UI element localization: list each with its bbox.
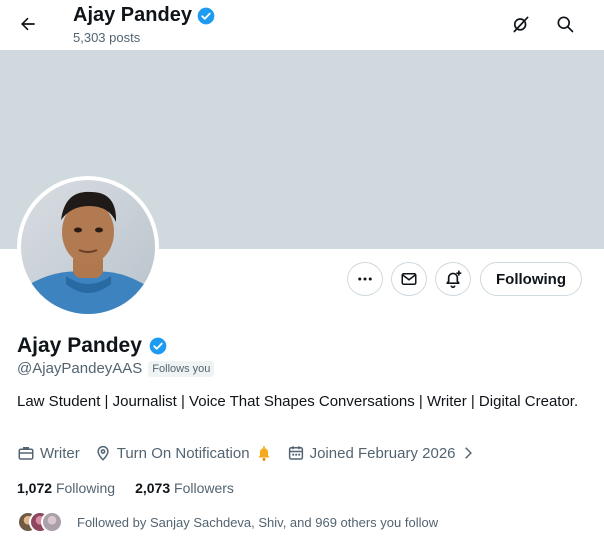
bell-plus-icon: [446, 270, 462, 289]
envelope-icon: [401, 273, 417, 285]
followed-by-text: Followed by Sanjay Sachdeva, Shiv, and 9…: [77, 514, 439, 530]
message-button[interactable]: [391, 262, 427, 296]
search-icon: [557, 16, 574, 33]
calendar-icon: [288, 446, 303, 460]
joined-item[interactable]: Joined February 2026: [287, 444, 475, 462]
verified-badge-icon[interactable]: [148, 336, 168, 356]
avatar: [41, 511, 63, 533]
grok-icon: [513, 16, 529, 33]
search-button[interactable]: [549, 8, 581, 40]
chevron-right-icon: [464, 447, 472, 459]
following-count: 1,072: [17, 480, 53, 496]
profile-meta: Writer Turn On Notification Joined Febru…: [17, 444, 489, 462]
location-item: Turn On Notification: [94, 444, 273, 462]
briefcase-icon: [18, 447, 34, 460]
category-item: Writer: [17, 444, 80, 462]
more-dots-icon: [358, 277, 372, 281]
avatar-image: [21, 180, 155, 314]
follow-counts: 1,072 Following 2,073 Followers: [17, 480, 254, 496]
profile-name: Ajay Pandey: [17, 334, 142, 357]
header-name: Ajay Pandey: [73, 4, 192, 26]
profile-bio: Law Student | Journalist | Voice That Sh…: [17, 393, 579, 410]
following-count-link[interactable]: 1,072 Following: [17, 480, 115, 496]
header-title: Ajay Pandey: [73, 4, 216, 27]
followers-count: 2,073: [135, 480, 171, 496]
followers-label: Followers: [174, 480, 234, 496]
arrow-left-icon: [21, 17, 35, 31]
location-text: Turn On Notification: [116, 444, 250, 462]
following-button[interactable]: Following: [480, 262, 582, 296]
profile-header: Ajay Pandey 5,303 posts: [0, 0, 604, 50]
verified-badge-icon: [197, 7, 215, 24]
notify-button[interactable]: [435, 262, 471, 296]
profile-name-row: Ajay Pandey: [17, 334, 168, 358]
profile-avatar[interactable]: [17, 176, 159, 318]
follows-you-badge: Follows you: [148, 360, 215, 377]
grok-button[interactable]: [505, 8, 537, 40]
profile-handle: @AjayPandeyAAS: [17, 360, 143, 377]
back-button[interactable]: [12, 8, 44, 40]
bell-emoji-icon: [257, 446, 270, 461]
mutual-avatars: [17, 511, 67, 533]
post-count: 5,303 posts: [73, 30, 141, 45]
handle-row: @AjayPandeyAAS Follows you: [17, 360, 215, 377]
location-pin-icon: [97, 445, 109, 461]
joined-text: Joined February 2026: [309, 444, 456, 462]
more-button[interactable]: [347, 262, 383, 296]
followed-by-row[interactable]: Followed by Sanjay Sachdeva, Shiv, and 9…: [17, 511, 438, 533]
category-text: Writer: [40, 444, 80, 462]
followers-count-link[interactable]: 2,073 Followers: [135, 480, 234, 496]
following-label: Following: [55, 480, 116, 496]
